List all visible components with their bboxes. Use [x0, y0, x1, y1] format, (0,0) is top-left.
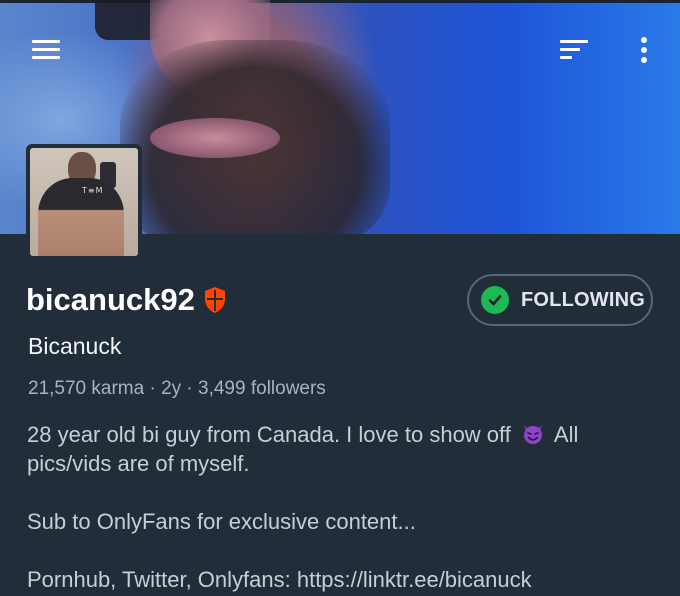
bio-paragraph-1: 28 year old bi guy from Canada. I love t… [27, 422, 579, 476]
profile-stats: 21,570 karma · 2y · 3,499 followers [28, 378, 326, 399]
following-label: FOLLOWING [521, 288, 645, 311]
more-vertical-icon[interactable] [624, 28, 664, 72]
display-name: Bicanuck [28, 333, 122, 359]
following-button[interactable]: FOLLOWING [467, 274, 653, 326]
hamburger-menu-icon[interactable] [22, 28, 70, 72]
moderator-shield-icon [204, 287, 225, 313]
bio-paragraph-3: Pornhub, Twitter, Onlyfans: https://link… [27, 567, 532, 592]
smiling-devil-emoji-icon [524, 425, 542, 444]
sort-icon[interactable] [552, 28, 596, 72]
profile-screen: T≡M bicanuck92 FOLLOWING Bicanuck 21,570… [0, 0, 680, 596]
username-row: bicanuck92 [26, 278, 227, 322]
profile-bio: 28 year old bi guy from Canada. I love t… [27, 420, 657, 594]
username: bicanuck92 [26, 282, 195, 317]
check-circle-icon [481, 286, 509, 314]
avatar[interactable]: T≡M [26, 144, 142, 260]
bio-paragraph-2: Sub to OnlyFans for exclusive content... [27, 509, 416, 534]
